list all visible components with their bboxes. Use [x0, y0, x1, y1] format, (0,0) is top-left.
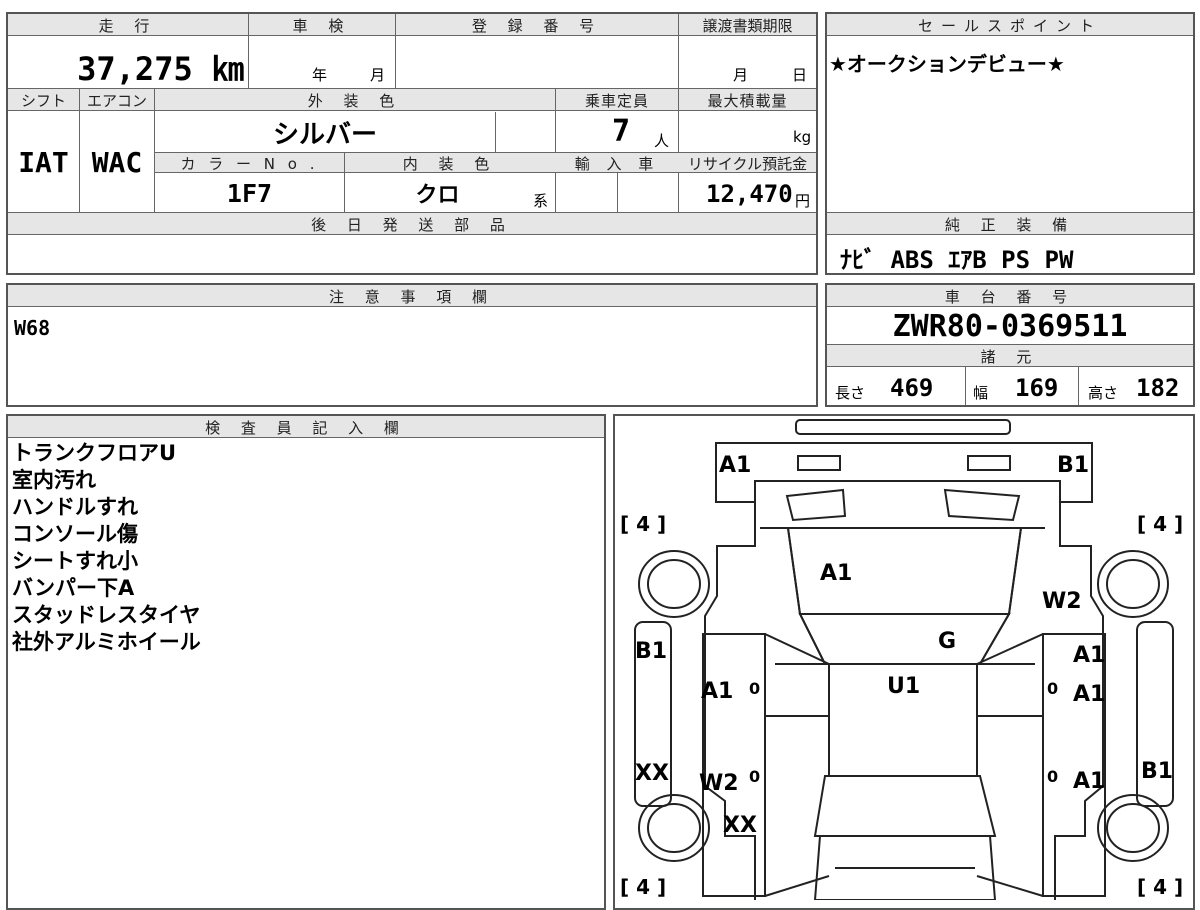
- damage-mark: B1: [1057, 453, 1089, 478]
- capacity-unit: 人: [654, 132, 670, 150]
- tread-value: 0: [749, 679, 760, 698]
- tire-grade: [ 4 ]: [620, 875, 666, 899]
- damage-mark: XX: [723, 813, 757, 838]
- remark-line: バンパー下A: [12, 576, 135, 600]
- remark-line: トランクフロアU: [12, 441, 177, 465]
- tire-grade: [ 4 ]: [1137, 512, 1183, 536]
- recycle-value: 12,470: [706, 180, 793, 208]
- width-label: 幅: [973, 384, 989, 402]
- shift-header: シフト: [20, 91, 66, 110]
- height-value: 182: [1136, 374, 1180, 402]
- sales-point-value: ★オークションデビュー★: [829, 52, 1065, 76]
- specs-header: 諸 元: [980, 347, 1040, 366]
- capacity-header: 乗車定員: [584, 91, 649, 110]
- mileage-value: 37,275 ㎞: [77, 50, 244, 88]
- remark-line: ハンドルすれ: [12, 495, 138, 519]
- interior-color-value: クロ: [415, 183, 460, 208]
- sales-point-header: セールスポイント: [917, 16, 1102, 35]
- car-diagram: [ 4 ] [ 4 ] [ 4 ] [ 4 ] A1 B1 A1 W2 G B1…: [620, 419, 1183, 900]
- color-no-value: 1F7: [226, 178, 273, 208]
- remark-line: 室内汚れ: [12, 468, 96, 492]
- tread-value: 0: [749, 767, 760, 786]
- damage-mark: XX: [635, 761, 669, 786]
- notes-header: 注 意 事 項 欄: [328, 287, 496, 306]
- damage-mark: A1: [719, 453, 751, 478]
- remark-line: スタッドレスタイヤ: [12, 603, 201, 627]
- genuine-equipment-value: ﾅﾋﾞ ABS ｴｱB PS PW: [840, 246, 1074, 274]
- mileage-header: 走 行: [98, 16, 158, 35]
- capacity-value: 7: [612, 114, 631, 149]
- max-load-header: 最大積載量: [707, 91, 788, 110]
- shaken-month: 月: [370, 66, 386, 84]
- shift-value: IAT: [18, 145, 69, 179]
- damage-mark: A1: [1073, 769, 1105, 794]
- chassis-no-header: 車 台 番 号: [944, 287, 1076, 306]
- aircon-header: エアコン: [86, 91, 147, 110]
- transfer-deadline-header: 譲渡書類期限: [702, 16, 793, 35]
- remark-line: コンソール傷: [12, 522, 138, 546]
- damage-mark: W2: [1042, 589, 1082, 614]
- inspector-header: 検 査 員 記 入 欄: [205, 418, 407, 437]
- tire-grade: [ 4 ]: [1137, 875, 1183, 899]
- damage-mark: A1: [701, 679, 733, 704]
- length-value: 469: [890, 374, 934, 402]
- recycle-header: リサイクル預託金: [687, 154, 808, 173]
- inspector-remarks: トランクフロアU 室内汚れ ハンドルすれ コンソール傷 シートすれ小 バンパー下…: [12, 440, 201, 656]
- width-value: 169: [1015, 374, 1059, 402]
- damage-mark: G: [938, 629, 956, 654]
- interior-color-suffix: 系: [533, 192, 549, 210]
- exterior-color-header: 外 装 色: [307, 91, 403, 110]
- color-no-header: カ ラ ー N o .: [180, 154, 319, 173]
- damage-mark: A1: [820, 561, 852, 586]
- shaken-year: 年: [312, 66, 328, 84]
- shaken-header: 車 検: [292, 16, 352, 35]
- damage-mark: U1: [887, 674, 920, 699]
- interior-color-header: 内 装 色: [402, 154, 498, 173]
- tire-grade: [ 4 ]: [620, 512, 666, 536]
- genuine-equipment-header: 純 正 装 備: [944, 215, 1076, 234]
- remark-line: シートすれ小: [12, 549, 138, 573]
- height-label: 高さ: [1088, 384, 1119, 402]
- later-parts-header: 後 日 発 送 部 品: [311, 215, 513, 234]
- tread-value: 0: [1047, 679, 1058, 698]
- registration-header: 登 録 番 号: [471, 16, 603, 35]
- damage-mark: A1: [1073, 643, 1105, 668]
- tread-value: 0: [1047, 767, 1058, 786]
- transfer-month: 月: [733, 66, 749, 84]
- aircon-value: WAC: [91, 145, 143, 179]
- damage-mark: A1: [1073, 682, 1105, 707]
- damage-mark: W2: [699, 771, 739, 796]
- length-label: 長さ: [835, 384, 866, 402]
- import-header: 輸 入 車: [574, 154, 660, 173]
- exterior-color-value: シルバー: [272, 119, 377, 150]
- transfer-day: 日: [792, 66, 808, 84]
- recycle-unit: 円: [795, 192, 811, 210]
- damage-mark: B1: [635, 639, 667, 664]
- chassis-no-value: ZWR80-0369511: [892, 308, 1128, 344]
- remark-line: 社外アルミホイール: [12, 630, 201, 654]
- notes-value: W68: [14, 316, 51, 340]
- max-load-unit: kg: [793, 128, 812, 146]
- damage-mark: B1: [1141, 759, 1173, 784]
